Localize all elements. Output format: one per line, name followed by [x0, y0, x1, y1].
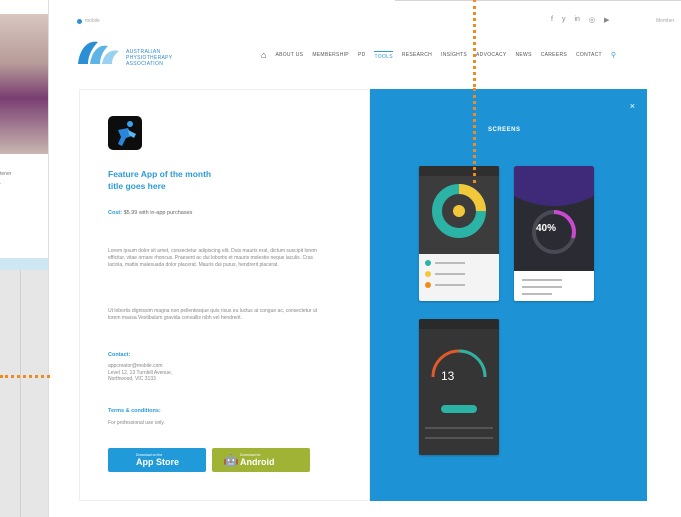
logo[interactable]: AUSTRALIAN PHYSIOTHERAPY ASSOCIATION	[76, 38, 206, 68]
android-button[interactable]: 🤖 Download for Android	[212, 448, 310, 472]
youtube-icon[interactable]: ▶	[604, 16, 609, 24]
logo-text: AUSTRALIAN PHYSIOTHERAPY ASSOCIATION	[126, 49, 172, 67]
browser-page: mobile f y in ◎ ▶ Member AUSTRALIAN PHYS…	[48, 0, 681, 517]
callout-line-top	[473, 0, 476, 87]
android-icon: 🤖	[223, 453, 239, 467]
home-icon[interactable]: ⌂	[261, 50, 266, 60]
social-links: f y in ◎ ▶	[551, 16, 609, 24]
description-paragraph-2: Ut lobortis dignissim magna non pellente…	[108, 308, 318, 321]
callout-line-top-2	[473, 88, 476, 183]
contact-details: appcreator@mobile.com Level 12, 13 Turnb…	[108, 363, 173, 382]
nav-item-pd[interactable]: PD	[358, 52, 366, 58]
logo-mark-icon	[78, 41, 119, 64]
screenshot-1[interactable]	[419, 166, 499, 301]
peek-photo	[0, 14, 48, 154]
android-label: Android	[240, 457, 275, 467]
nav-item-careers[interactable]: CAREERS	[541, 52, 567, 58]
app-store-label: App Store	[136, 457, 180, 467]
logo-line-3: ASSOCIATION	[126, 61, 164, 67]
connector-line	[20, 270, 21, 517]
composite-canvas: tener. mobile f y in ◎ ▶ Member AUSTRALI…	[0, 0, 681, 517]
app-store-button[interactable]: Download on the App Store	[108, 448, 206, 472]
twitter-icon[interactable]: y	[562, 16, 566, 24]
mobile-link[interactable]: mobile	[85, 18, 100, 24]
app-figure-icon	[118, 121, 136, 146]
cost-value: $5.99 with in-app purchases	[123, 210, 193, 216]
app-details-panel: Feature App of the month title goes here…	[79, 89, 370, 501]
close-icon[interactable]: ×	[630, 101, 635, 111]
description-paragraph-1: Lorem ipsum dolor sit amet, consectetur …	[108, 248, 317, 268]
peek-band	[0, 258, 48, 270]
nav-item-insights[interactable]: INSIGHTS	[441, 52, 467, 58]
top-bar: mobile f y in ◎ ▶ Member	[49, 0, 681, 34]
nav-item-tools[interactable]: TOOLS	[374, 50, 393, 60]
screenshot-3-graphic	[419, 319, 499, 439]
nav-item-contact[interactable]: CONTACT	[576, 52, 602, 58]
app-cost: Cost: $5.99 with in-app purchases	[108, 210, 192, 216]
nav-item-membership[interactable]: MEMBERSHIP	[312, 52, 349, 58]
percent-readout: 40%	[536, 223, 557, 234]
screenshot-1-graphic	[419, 166, 499, 301]
member-link[interactable]: Member	[656, 18, 674, 24]
nav-item-about[interactable]: ABOUT US	[275, 52, 303, 58]
instagram-icon[interactable]: ◎	[589, 16, 595, 24]
search-icon[interactable]: ⚲	[611, 51, 616, 59]
nav-item-research[interactable]: RESEARCH	[402, 52, 432, 58]
mobile-dot-icon	[77, 19, 82, 24]
screens-heading: SCREENS	[488, 127, 521, 133]
screenshot-2[interactable]: 40%	[514, 166, 594, 301]
contact-heading: Contact:	[108, 352, 131, 358]
linkedin-icon[interactable]: in	[574, 16, 579, 24]
nav-item-advocacy[interactable]: ADVOCACY	[476, 52, 506, 58]
previous-card-peek: tener.	[0, 0, 48, 270]
timer-readout: 13	[441, 369, 455, 383]
app-title: Feature App of the month title goes here	[108, 169, 212, 191]
callout-line-left	[0, 375, 50, 378]
nav-item-news[interactable]: NEWS	[516, 52, 532, 58]
terms-text: For professional use only.	[108, 420, 165, 426]
main-nav: ⌂ ABOUT US MEMBERSHIP PD TOOLS RESEARCH …	[261, 50, 616, 60]
cost-label: Cost:	[108, 210, 123, 216]
facebook-icon[interactable]: f	[551, 16, 553, 24]
app-icon	[108, 116, 142, 150]
screens-panel: × SCREENS 40% 13	[370, 89, 647, 501]
peek-text: tener.	[0, 171, 12, 186]
terms-heading: Terms & conditions:	[108, 408, 161, 414]
screenshot-3[interactable]: 13	[419, 319, 499, 455]
